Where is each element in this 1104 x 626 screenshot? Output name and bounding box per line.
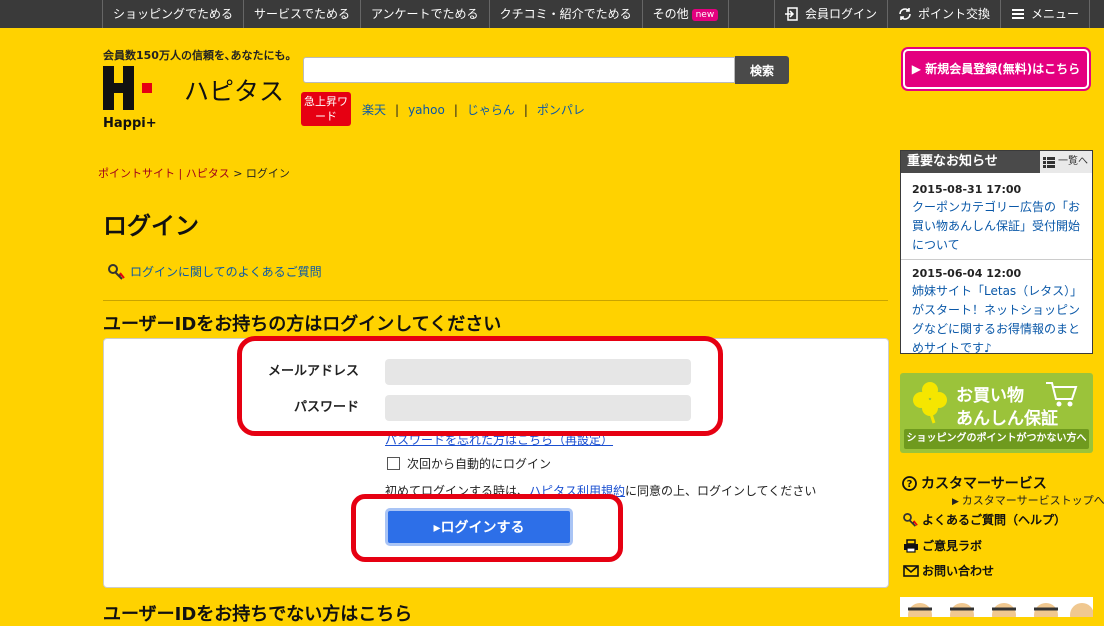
section2-title: ユーザーIDをお持ちでない方はこちら [103,604,413,625]
opinion-lab-label: ご意見ラボ [922,539,983,553]
nav-shopping[interactable]: ショッピングでためる [102,0,243,28]
customer-service-top-link[interactable]: ▶ カスタマーサービストップへ [952,492,1104,508]
nav-other[interactable]: その他 new [641,0,730,28]
hot-word-yahoo[interactable]: yahoo [408,103,445,117]
hamburger-icon [1011,9,1024,19]
customer-service-label: カスタマーサービス [921,476,1047,492]
nav-other-label: その他 [652,7,689,21]
notice-panel: 重要なお知らせ 一覧へ 2015-08-31 17:00 クーポンカテゴリー広告… [900,150,1093,355]
new-badge: new [691,9,719,21]
banner-line2: あんしん保証 [956,409,1058,429]
remember-label: 次回から自動的にログイン [407,457,552,471]
remember-login[interactable]: 次回から自動的にログイン [387,455,551,472]
hot-words-label: 急上昇ワード [301,92,351,126]
login-faq-label: ログインに関してのよくあるご質問 [130,265,322,279]
member-login-link[interactable]: 会員ログイン [773,0,887,28]
question-circle-icon: ? [902,475,917,491]
key-icon [903,512,918,527]
brand-name: ハピタス [184,77,285,106]
terms-suffix: に同意の上、ログインしてください [625,484,817,498]
section-title: ユーザーIDをお持ちの方はログインしてください [103,314,502,335]
notice-item: 2015-08-31 17:00 クーポンカテゴリー広告の「お買い物あんしん保証… [901,173,1092,259]
printer-icon [904,538,918,553]
triangle-right-icon: ▶ [952,497,962,507]
email-field[interactable] [385,359,691,385]
member-login-label: 会員ログイン [804,7,877,21]
breadcrumb-current: ログイン [245,167,290,180]
notice-all-link[interactable]: 一覧へ [1040,151,1092,173]
key-icon [108,263,125,280]
notice-link[interactable]: 姉妹サイト「Letas（レタス）」がスタート！ネットショッピングなどに関するお得… [912,284,1082,355]
terms-prefix: 初めてログインする時は、 [385,484,530,498]
customer-service-title: ? カスタマーサービス [902,473,1047,493]
login-icon [784,7,798,21]
hot-word-separator: | [395,103,400,117]
top-nav: ショッピングでためる サービスでためる アンケートでためる クチコミ・紹介でため… [102,0,730,28]
shopping-guarantee-banner[interactable]: お買い物 あんしん保証 ショッピングのポイントがつかない方へ [900,373,1093,453]
search-button[interactable]: 検索 [735,56,789,84]
nav-shopping-label: ショッピングでためる [113,7,234,21]
character-faces-icon [908,603,1093,617]
notice-all-label: 一覧へ [1058,156,1088,167]
mail-icon [903,564,919,577]
customer-service-top-label: カスタマーサービストップへ [961,494,1104,507]
password-field[interactable] [385,395,691,421]
terms-note: 初めてログインする時は、ハピタス利用規約に同意の上、ログインしてください [385,482,816,499]
nav-service[interactable]: サービスでためる [243,0,360,28]
banner-line1: お買い物 [956,386,1024,406]
opinion-lab-link[interactable]: ご意見ラボ [903,537,982,554]
nav-survey[interactable]: アンケートでためる [360,0,489,28]
notice-header: 重要なお知らせ 一覧へ [901,151,1092,173]
exchange-icon [899,8,911,20]
email-label: メールアドレス [267,364,359,379]
notice-title: 重要なお知らせ [907,154,998,169]
remember-checkbox[interactable] [387,457,400,470]
point-exchange-link[interactable]: ポイント交換 [886,0,1000,28]
faq-help-link[interactable]: よくあるご質問（ヘルプ） [903,511,1066,528]
search-input[interactable] [303,57,735,83]
notice-item: 2015-06-04 12:00 姉妹サイト「Letas（レタス）」がスタート！… [901,259,1092,362]
breadcrumb-home[interactable]: ポイントサイト | ハピタス [98,167,230,180]
forgot-password-link[interactable]: パスワードを忘れた方はこちら（再設定） [385,431,613,448]
hot-word-rakuten[interactable]: 楽天 [362,103,386,117]
character-banner[interactable] [900,597,1093,617]
page-title: ログイン [103,212,199,240]
menu-label: メニュー [1030,7,1079,21]
login-faq-link[interactable]: ログインに関してのよくあるご質問 [108,263,322,280]
nav-review[interactable]: クチコミ・紹介でためる [488,0,642,28]
banner-subtitle: ショッピングのポイントがつかない方へ [904,429,1089,449]
nav-survey-label: アンケートでためる [371,7,479,21]
faq-help-label: よくあるご質問（ヘルプ） [922,513,1067,527]
notice-date: 2015-06-04 12:00 [912,267,1022,280]
notice-date: 2015-08-31 17:00 [912,183,1022,196]
hot-words: 楽天 | yahoo | じゃらん | ポンパレ [362,101,585,118]
top-right-nav: 会員ログイン ポイント交換 メニュー [773,0,1090,28]
logo-word: Happi+ [103,116,157,131]
password-label: パスワード [293,400,359,415]
tagline: 会員数150万人の信頼を､あなたにも。 [103,49,297,62]
section-divider [103,300,888,301]
nav-review-label: クチコミ・紹介でためる [499,7,632,21]
hot-word-separator: | [453,103,458,117]
login-button[interactable]: ▸ログインする [385,508,573,546]
hot-word-jalan[interactable]: じゃらん [467,103,515,117]
nav-service-label: サービスでためる [254,7,351,21]
breadcrumb: ポイントサイト | ハピタス > ログイン [98,165,290,181]
top-bar: ショッピングでためる サービスでためる アンケートでためる クチコミ・紹介でため… [0,0,1104,28]
breadcrumb-sep: > [233,167,243,180]
point-exchange-label: ポイント交換 [917,7,990,21]
register-button[interactable]: ▶ 新規会員登録(無料)はこちら [903,49,1089,89]
hot-word-ponpare[interactable]: ポンパレ [537,103,585,117]
svg-text:?: ? [907,479,913,490]
notice-link[interactable]: クーポンカテゴリー広告の「お買い物あんしん保証」受付開始について [912,200,1080,252]
hot-word-separator: | [523,103,528,117]
contact-link[interactable]: お問い合わせ [903,562,994,579]
menu-button[interactable]: メニュー [999,0,1090,28]
contact-label: お問い合わせ [922,564,995,578]
terms-link[interactable]: ハピタス利用規約 [529,484,625,498]
list-icon [1043,156,1055,168]
